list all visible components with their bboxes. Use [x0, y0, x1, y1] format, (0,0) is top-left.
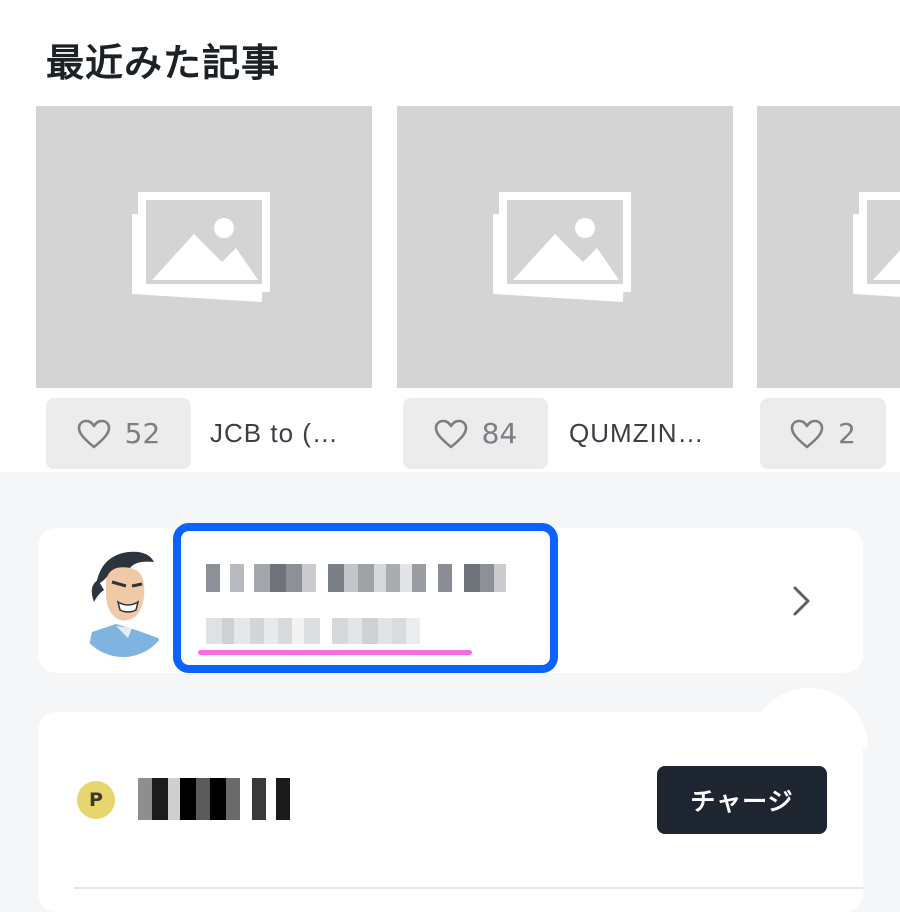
article-card[interactable]: 2	[757, 106, 900, 472]
like-button[interactable]: 2	[760, 398, 886, 469]
heart-icon	[77, 419, 110, 448]
like-button[interactable]: 84	[403, 398, 548, 469]
chevron-right-icon[interactable]	[790, 584, 814, 618]
redacted-point-balance	[138, 778, 290, 820]
redacted-username	[206, 564, 536, 592]
image-placeholder-icon	[853, 192, 900, 297]
article-thumbnail[interactable]	[397, 106, 733, 388]
like-count: 52	[124, 417, 161, 450]
like-count: 2	[838, 417, 856, 450]
article-title[interactable]: JCB to (…	[210, 418, 339, 449]
section-title: 最近みた記事	[46, 41, 281, 85]
heart-icon	[434, 419, 467, 448]
user-avatar[interactable]	[76, 546, 170, 660]
like-count: 84	[481, 417, 518, 450]
divider	[74, 887, 863, 889]
image-placeholder-icon	[132, 192, 270, 302]
redacted-user-detail	[206, 618, 456, 644]
article-thumbnail[interactable]	[36, 106, 372, 388]
heart-icon	[790, 419, 824, 448]
image-placeholder-icon	[493, 192, 631, 302]
point-icon: P	[77, 781, 115, 819]
article-title[interactable]: QUMZIN…	[569, 418, 705, 449]
pink-underline	[198, 650, 472, 655]
article-thumbnail[interactable]	[757, 106, 900, 388]
charge-button[interactable]: チャージ	[657, 766, 827, 834]
like-button[interactable]: 52	[46, 398, 191, 469]
